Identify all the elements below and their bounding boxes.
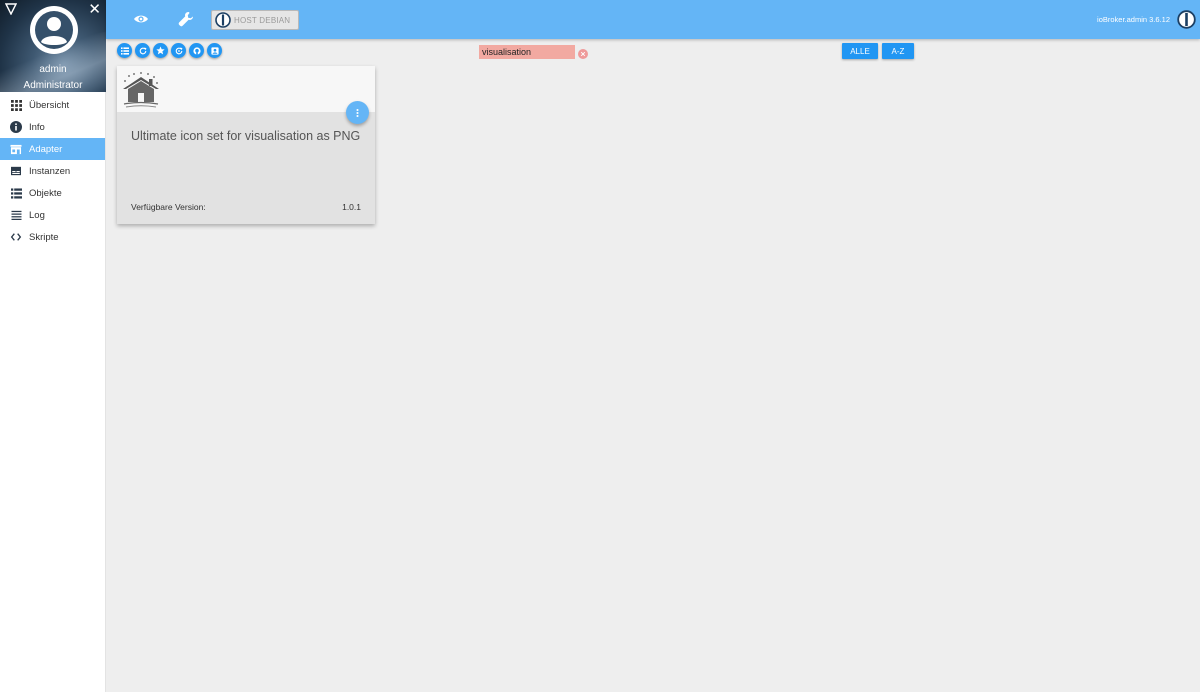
info-icon xyxy=(10,121,22,133)
filter-all-button[interactable]: ALLE xyxy=(842,43,878,59)
favorites-button[interactable] xyxy=(153,43,168,58)
sidebar-item-label: Objekte xyxy=(29,187,62,199)
adapter-card: Ultimate icon set for visualisation as P… xyxy=(117,66,375,224)
available-version-label: Verfügbare Version: xyxy=(131,202,206,212)
instances-icon xyxy=(10,165,22,177)
star-icon xyxy=(156,46,165,55)
list-icon xyxy=(120,46,129,55)
sidebar-item-log[interactable]: Log xyxy=(0,204,105,226)
iobroker-logo-icon xyxy=(215,12,231,28)
list-icon xyxy=(10,187,22,199)
iobroker-logo-icon[interactable] xyxy=(1177,10,1196,29)
lines-icon xyxy=(10,209,22,221)
sidebar-nav: Übersicht Info Adapter Instanzen Objekte xyxy=(0,94,105,248)
install-button[interactable] xyxy=(207,43,222,58)
adapter-toolbar xyxy=(117,43,222,58)
list-view-button[interactable] xyxy=(117,43,132,58)
top-bar: HOST DEBIAN ioBroker.admin 3.6.12 xyxy=(106,0,1200,39)
profile-role: Administrator xyxy=(23,80,83,91)
profile-name: admin xyxy=(39,64,67,75)
sidebar-item-label: Adapter xyxy=(29,143,63,155)
github-button[interactable] xyxy=(189,43,204,58)
more-vertical-icon xyxy=(356,108,359,117)
card-header xyxy=(117,66,375,112)
wrench-icon[interactable] xyxy=(178,11,194,27)
sort-az-button[interactable]: A-Z xyxy=(882,43,914,59)
sidebar: ✕ admin Administrator Übersicht Info Ada… xyxy=(0,0,106,692)
refresh-button[interactable] xyxy=(135,43,150,58)
close-icon[interactable]: ✕ xyxy=(88,2,101,17)
available-version-value: 1.0.1 xyxy=(342,202,361,212)
sidebar-item-label: Skripte xyxy=(29,231,59,243)
sidebar-item-skripte[interactable]: Skripte xyxy=(0,226,105,248)
menu-logo-icon[interactable] xyxy=(5,3,17,15)
sidebar-item-label: Info xyxy=(29,121,45,133)
user-card-icon xyxy=(210,46,219,55)
user-icon xyxy=(33,9,75,51)
card-menu-button[interactable] xyxy=(346,101,369,124)
refresh-icon xyxy=(139,47,146,54)
avatar[interactable] xyxy=(30,6,78,54)
sidebar-item-adapter[interactable]: Adapter xyxy=(0,138,105,160)
host-selector-button[interactable]: HOST DEBIAN xyxy=(211,10,299,30)
sidebar-item-label: Übersicht xyxy=(29,99,70,111)
store-icon xyxy=(10,143,22,155)
grid-icon xyxy=(10,99,22,111)
eye-icon[interactable] xyxy=(133,11,149,27)
sidebar-item-label: Instanzen xyxy=(29,165,71,177)
sidebar-item-instanzen[interactable]: Instanzen xyxy=(0,160,105,182)
profile-header: ✕ admin Administrator xyxy=(0,0,106,92)
code-icon xyxy=(10,231,22,243)
sidebar-item-label: Log xyxy=(29,209,45,221)
sidebar-item-uebersicht[interactable]: Übersicht xyxy=(0,94,105,116)
version-label: ioBroker.admin 3.6.12 xyxy=(1097,15,1170,24)
github-icon xyxy=(192,46,201,55)
sidebar-item-objekte[interactable]: Objekte xyxy=(0,182,105,204)
host-label: HOST DEBIAN xyxy=(234,15,291,25)
card-title: Ultimate icon set for visualisation as P… xyxy=(131,129,361,143)
update-icon xyxy=(175,47,182,54)
search-input[interactable] xyxy=(479,45,575,59)
clear-search-icon[interactable] xyxy=(578,49,588,59)
update-button[interactable] xyxy=(171,43,186,58)
house-icon xyxy=(123,72,159,108)
sidebar-item-info[interactable]: Info xyxy=(0,116,105,138)
